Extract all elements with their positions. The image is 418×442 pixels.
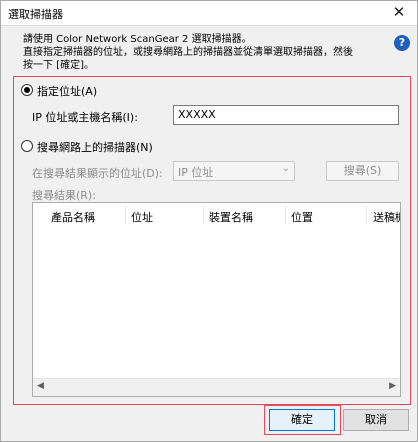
search-network-label[interactable]: 搜尋網路上的掃描器(N)	[37, 139, 153, 155]
column-divider[interactable]	[203, 206, 204, 224]
column-divider[interactable]	[285, 206, 286, 224]
display-address-label: 在搜尋結果顯示的位址(D):	[32, 167, 163, 180]
column-address[interactable]: 位址	[131, 209, 153, 225]
specify-address-radio[interactable]	[21, 84, 33, 96]
search-results-label: 搜尋結果(R):	[32, 189, 96, 202]
table-header: 產品名稱 位址 裝置名稱 位置 送稿機	[33, 203, 400, 227]
ip-hostname-label: IP 位址或主機名稱(I):	[32, 111, 138, 124]
instructions-line-1: 請使用 Color Network ScanGear 2 選取掃描器。	[23, 34, 252, 45]
specify-address-label[interactable]: 指定位址(A)	[37, 83, 97, 99]
close-icon[interactable]: ✕	[391, 4, 407, 20]
display-address-select[interactable]: IP 位址 ⌄	[173, 161, 295, 181]
ip-hostname-input[interactable]: XXXXX	[173, 105, 399, 125]
display-address-value: IP 位址	[178, 166, 214, 179]
column-divider[interactable]	[366, 206, 367, 224]
instructions-line-2: 直接指定掃描器的位址，或搜尋網路上的掃描器並從清單選取掃描器，然後	[23, 47, 353, 58]
chevron-down-icon: ⌄	[281, 163, 290, 174]
select-scanner-dialog: 選取掃描器 ✕ 請使用 Color Network ScanGear 2 選取掃…	[0, 0, 418, 442]
arrow-right-icon[interactable]: ▶	[389, 381, 396, 391]
column-divider[interactable]	[125, 206, 126, 224]
search-button[interactable]: 搜尋(S)	[326, 161, 399, 181]
ip-hostname-value: XXXXX	[178, 108, 216, 121]
instructions-line-3: 按一下 [確定]。	[23, 60, 94, 71]
column-product-name[interactable]: 產品名稱	[51, 209, 95, 225]
cancel-button[interactable]: 取消	[343, 409, 409, 431]
horizontal-scrollbar[interactable]: ◀ ▶	[33, 378, 400, 396]
ok-button[interactable]: 確定	[269, 409, 335, 431]
column-device-name[interactable]: 裝置名稱	[209, 209, 253, 225]
help-icon[interactable]: ?	[394, 35, 410, 51]
arrow-left-icon[interactable]: ◀	[37, 381, 44, 391]
search-results-table[interactable]: 產品名稱 位址 裝置名稱 位置 送稿機 ◀ ▶	[32, 202, 401, 397]
search-network-radio[interactable]	[21, 140, 33, 152]
title-bar: 選取掃描器 ✕	[1, 1, 417, 26]
instructions: 請使用 Color Network ScanGear 2 選取掃描器。 直接指定…	[23, 33, 383, 72]
column-feeder[interactable]: 送稿機	[373, 209, 400, 225]
column-location[interactable]: 位置	[291, 209, 313, 225]
dialog-title: 選取掃描器	[8, 8, 63, 21]
